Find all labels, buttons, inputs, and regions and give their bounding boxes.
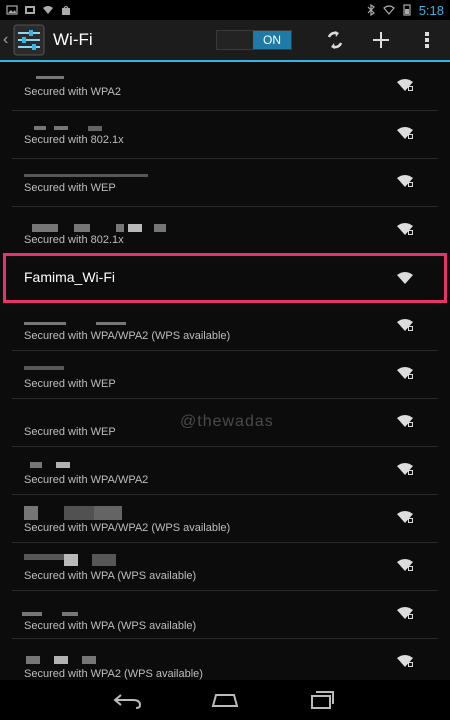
redacted-ssid [64,506,94,520]
redacted-ssid [34,126,46,130]
redacted-ssid [56,462,70,468]
action-bar: ‹ Wi-Fi ON [0,20,450,62]
redacted-ssid [92,554,116,566]
wifi-signal-open-icon [397,272,413,284]
redacted-ssid [36,76,64,79]
back-icon [113,694,142,709]
home-button[interactable] [205,685,245,715]
redacted-ssid [32,224,58,232]
page-title: Wi-Fi [53,30,93,49]
network-item[interactable]: Secured with 802.1x [12,206,438,255]
network-item[interactable]: Secured with WPA/WPA2 [12,446,438,495]
wifi-signal-locked-icon [397,415,413,427]
wifi-signal-locked-icon [397,79,413,91]
redacted-ssid [24,366,64,370]
wifi-signal-locked-icon [397,655,413,667]
network-item[interactable]: Secured with WEP [12,350,438,399]
scan-button[interactable] [312,20,358,60]
network-item[interactable]: Secured with WPA (WPS available) [12,590,438,639]
toggle-on-label: ON [253,31,291,49]
battery-icon [403,4,411,16]
network-security: Secured with WPA/WPA2 (WPS available) [24,330,231,342]
network-security: Secured with WEP [24,182,116,194]
network-security: Secured with WPA2 (WPS available) [24,668,203,680]
redacted-ssid [22,612,42,616]
network-item-famima[interactable]: Famima_Wi-Fi [12,254,438,302]
network-item[interactable]: Secured with WEP [12,158,438,207]
network-ssid: Famima_Wi-Fi [24,269,115,285]
network-item[interactable]: Secured with 802.1x [12,110,438,159]
network-security: Secured with WEP [24,378,116,390]
status-left-icons [0,4,72,16]
redacted-ssid [24,174,148,177]
network-item[interactable]: Secured with WPA/WPA2 (WPS available) [12,302,438,351]
redacted-ssid [24,506,38,520]
redacted-ssid [154,224,166,232]
redacted-ssid [30,462,42,468]
wifi-signal-locked-icon [397,319,413,331]
redacted-ssid [116,224,124,232]
wifi-signal-locked-icon [397,463,413,475]
add-network-icon [373,32,389,48]
network-item[interactable]: Secured with WPA2 (WPS available) [12,638,438,680]
overflow-menu-button[interactable] [404,20,450,60]
wifi-signal-locked-icon [397,511,413,523]
redacted-ssid [82,656,96,664]
redacted-ssid [54,656,68,664]
redacted-ssid [24,322,66,325]
add-network-button[interactable] [358,20,404,60]
home-icon [211,694,239,707]
wifi-signal-locked-icon [397,367,413,379]
redacted-ssid [54,126,68,130]
nav-bar [0,680,450,720]
recents-button[interactable] [302,685,342,715]
image-icon [6,5,18,15]
network-security: Secured with WEP [24,426,116,438]
wifi-toggle[interactable]: ON [216,30,292,50]
signal-icon [382,5,395,15]
network-security: Secured with WPA (WPS available) [24,620,197,632]
back-button[interactable] [108,685,148,715]
redacted-ssid [74,224,90,232]
network-security: Secured with 802.1x [24,234,124,246]
redacted-ssid [24,554,64,560]
overflow-menu-icon [425,32,429,48]
scan-icon [327,31,343,49]
wifi-signal-locked-icon [397,175,413,187]
network-item[interactable]: Secured with WPA (WPS available) [12,542,438,591]
wifi-signal-locked-icon [397,559,413,571]
recents-icon [310,691,334,709]
bag-icon [62,5,70,15]
network-security: Secured with 802.1x [24,134,124,146]
redacted-ssid [128,224,142,232]
network-security: Secured with WPA/WPA2 [24,474,149,486]
clock: 5:18 [418,2,444,18]
up-caret-icon[interactable]: ‹ [3,31,11,49]
watermark: @thewadas [180,413,274,430]
redacted-ssid [26,656,40,664]
wifi-signal-locked-icon [397,223,413,235]
toggle-off-track [217,31,253,49]
redacted-ssid [96,322,126,325]
network-item[interactable]: Secured with WPA/WPA2 (WPS available) [12,494,438,543]
network-list: Secured with WPA2 Secured with 802.1x Se… [0,62,450,680]
redacted-ssid [64,554,78,566]
network-security: Secured with WPA (WPS available) [24,570,197,582]
settings-app-icon[interactable] [13,24,45,56]
status-right-icons: 5:18 [365,3,450,18]
sim-icon [25,6,35,14]
status-bar: 5:18 [0,0,450,20]
wifi-signal-locked-icon [397,127,413,139]
network-security: Secured with WPA2 [24,86,122,98]
wifi-download-icon [43,6,53,14]
bluetooth-icon [367,4,375,16]
wifi-signal-locked-icon [397,607,413,619]
redacted-ssid [88,126,102,131]
network-item[interactable]: Secured with WPA2 [12,62,438,111]
network-security: Secured with WPA/WPA2 (WPS available) [24,522,231,534]
redacted-ssid [94,506,122,520]
redacted-ssid [62,612,78,616]
